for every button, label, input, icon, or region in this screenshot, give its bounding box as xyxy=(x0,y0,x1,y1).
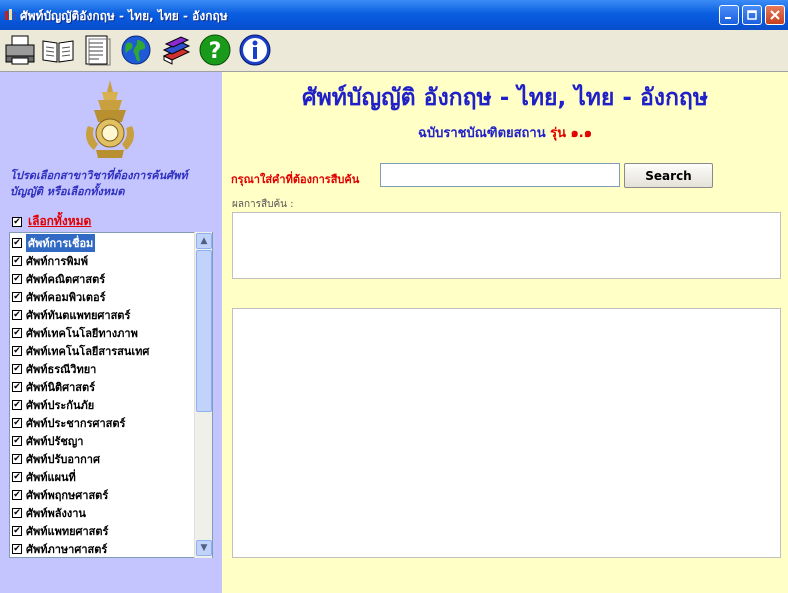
globe-icon xyxy=(121,35,151,65)
list-item-label: ศัพท์พลังงาน xyxy=(26,507,86,520)
checkbox-checked-icon: ✔ xyxy=(12,454,22,464)
scroll-up-button[interactable]: ▲ xyxy=(196,233,212,249)
checkbox-checked-icon: ✔ xyxy=(12,472,22,482)
search-button[interactable]: Search xyxy=(624,163,713,188)
maximize-icon xyxy=(747,10,757,20)
list-item[interactable]: ✔ ศัพท์ธรณีวิทยา xyxy=(12,361,197,377)
checkbox-checked-icon: ✔ xyxy=(12,526,22,536)
checkbox-checked-icon: ✔ xyxy=(12,216,22,227)
print-button[interactable] xyxy=(2,32,38,68)
list-item-label: ศัพท์คณิตศาสตร์ xyxy=(26,273,106,286)
results-list[interactable] xyxy=(232,212,781,279)
close-button[interactable] xyxy=(765,5,785,25)
list-item-label: ศัพท์แพทยศาสตร์ xyxy=(26,525,109,538)
results-label: ผลการสืบค้น : xyxy=(232,199,294,210)
checkbox-checked-icon: ✔ xyxy=(12,256,22,266)
list-item[interactable]: ✔ ศัพท์คณิตศาสตร์ xyxy=(12,271,197,287)
list-item[interactable]: ✔ ศัพท์แพทยศาสตร์ xyxy=(12,523,197,539)
minimize-icon xyxy=(725,17,731,19)
list-item[interactable]: ✔ ศัพท์นิติศาสตร์ xyxy=(12,379,197,395)
dictionary-button[interactable] xyxy=(40,32,76,68)
subject-list[interactable]: ✔ ศัพท์การเชื่อม ✔ ศัพท์การพิมพ์ ✔ ศัพท์คณิ… xyxy=(9,232,213,558)
list-scrollbar[interactable]: ▲ ▼ xyxy=(194,232,212,558)
list-item-label: ศัพท์พฤกษศาสตร์ xyxy=(26,489,109,502)
chevron-up-icon: ▲ xyxy=(200,236,208,246)
list-item-label: ศัพท์ภาษาศาสตร์ xyxy=(26,543,108,556)
sidebar-instruction: โปรดเลือกสาขาวิชาที่ต้องการค้นศัพท์บัญญั… xyxy=(10,169,188,198)
scroll-down-button[interactable]: ▼ xyxy=(196,540,212,556)
list-item[interactable]: ✔ ศัพท์เทคโนโลยีทางภาพ xyxy=(12,325,197,341)
search-input[interactable] xyxy=(380,163,620,187)
list-item-label: ศัพท์นิติศาสตร์ xyxy=(26,381,96,394)
internet-button[interactable] xyxy=(118,32,154,68)
checkbox-checked-icon: ✔ xyxy=(12,418,22,428)
checkbox-checked-icon: ✔ xyxy=(12,436,22,446)
list-item[interactable]: ✔ ศัพท์ประกันภัย xyxy=(12,397,197,413)
list-item[interactable]: ✔ ศัพท์เทคโนโลยีสารสนเทศ xyxy=(12,343,197,359)
list-item-label: ศัพท์ทันตแพทยศาสตร์ xyxy=(26,309,131,322)
list-item[interactable]: ✔ ศัพท์การเชื่อม xyxy=(12,234,197,252)
search-prompt: กรุณาใส่คำที่ต้องการสืบค้น xyxy=(231,173,360,186)
books-button[interactable] xyxy=(158,32,194,68)
checkbox-checked-icon: ✔ xyxy=(12,544,22,554)
list-item[interactable]: ✔ ศัพท์ประชากรศาสตร์ xyxy=(12,415,197,431)
list-item-label: ศัพท์ปรัชญา xyxy=(26,435,84,448)
maximize-button[interactable] xyxy=(742,5,762,25)
list-item[interactable]: ✔ ศัพท์ทันตแพทยศาสตร์ xyxy=(12,307,197,323)
list-item[interactable]: ✔ ศัพท์การพิมพ์ xyxy=(12,253,197,269)
list-item[interactable]: ✔ ศัพท์ปรับอากาศ xyxy=(12,451,197,467)
list-item-label: ศัพท์การเชื่อม xyxy=(26,234,96,252)
checkbox-checked-icon: ✔ xyxy=(12,328,22,338)
list-item-label: ศัพท์เทคโนโลยีทางภาพ xyxy=(26,327,138,340)
scroll-thumb[interactable] xyxy=(196,250,212,412)
list-item-label: ศัพท์แผนที่ xyxy=(26,471,76,484)
list-item-label: ศัพท์การพิมพ์ xyxy=(26,255,88,268)
list-item[interactable]: ✔ ศัพท์แผนที่ xyxy=(12,469,197,485)
open-book-icon xyxy=(42,40,74,63)
page-title: ศัพท์บัญญัติ อังกฤษ - ไทย, ไทย - อังกฤษ xyxy=(301,85,709,111)
list-item[interactable]: ✔ ศัพท์พลังงาน xyxy=(12,505,197,521)
checkbox-checked-icon: ✔ xyxy=(12,364,22,374)
list-item-label: ศัพท์เทคโนโลยีสารสนเทศ xyxy=(26,345,150,358)
printer-icon xyxy=(5,35,35,65)
minimize-button[interactable] xyxy=(719,5,739,25)
list-item[interactable]: ✔ ศัพท์ปรัชญา xyxy=(12,433,197,449)
document-icon xyxy=(85,35,111,66)
close-icon xyxy=(770,10,780,20)
info-icon xyxy=(239,34,271,66)
checkbox-checked-icon: ✔ xyxy=(12,292,22,302)
window-title: ศัพท์บัญญัติอังกฤษ - ไทย, ไทย - อังกฤษ xyxy=(20,9,228,23)
list-item-label: ศัพท์ปรับอากาศ xyxy=(26,453,100,466)
emblem-logo xyxy=(86,80,134,158)
books-icon xyxy=(162,36,191,65)
checkbox-checked-icon: ✔ xyxy=(12,382,22,392)
checkbox-checked-icon: ✔ xyxy=(12,490,22,500)
edition-label: ฉบับราชบัณฑิตยสถาน xyxy=(418,126,546,141)
select-all-label: เลือกทั้งหมด xyxy=(28,214,92,228)
help-button[interactable]: ? xyxy=(197,32,233,68)
list-item[interactable]: ✔ ศัพท์ภาษาศาสตร์ xyxy=(12,541,197,557)
checkbox-checked-icon: ✔ xyxy=(12,346,22,356)
chevron-down-icon: ▼ xyxy=(200,543,208,553)
help-icon: ? xyxy=(199,34,231,66)
list-item-label: ศัพท์ประชากรศาสตร์ xyxy=(26,417,126,430)
list-item-label: ศัพท์ประกันภัย xyxy=(26,399,95,412)
app-icon xyxy=(5,9,16,20)
checkbox-checked-icon: ✔ xyxy=(12,310,22,320)
checkbox-checked-icon: ✔ xyxy=(12,274,22,284)
list-item-label: ศัพท์คอมพิวเตอร์ xyxy=(26,291,106,304)
checkbox-checked-icon: ✔ xyxy=(12,508,22,518)
checkbox-checked-icon: ✔ xyxy=(12,400,22,410)
definition-panel[interactable] xyxy=(232,308,781,558)
checkbox-checked-icon: ✔ xyxy=(12,238,22,248)
list-item[interactable]: ✔ ศัพท์คอมพิวเตอร์ xyxy=(12,289,197,305)
svg-text:?: ? xyxy=(209,39,222,64)
document-button[interactable] xyxy=(78,32,114,68)
select-all-checkbox[interactable]: ✔ เลือกทั้งหมด xyxy=(12,212,91,231)
version-label: รุ่น ๑.๑ xyxy=(550,126,592,141)
info-button[interactable] xyxy=(237,32,273,68)
page-subtitle: ฉบับราชบัณฑิตยสถาน รุ่น ๑.๑ xyxy=(222,122,788,143)
list-item[interactable]: ✔ ศัพท์พฤกษศาสตร์ xyxy=(12,487,197,503)
list-item-label: ศัพท์ธรณีวิทยา xyxy=(26,363,97,376)
